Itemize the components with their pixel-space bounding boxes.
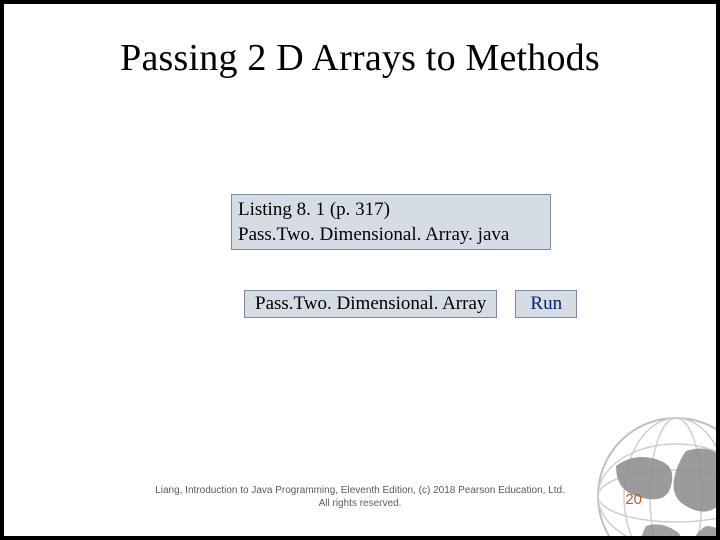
- page-number: 20: [625, 491, 642, 508]
- run-button[interactable]: Run: [515, 290, 577, 318]
- listing-box: Listing 8. 1 (p. 317) Pass.Two. Dimensio…: [231, 194, 551, 250]
- class-name-button[interactable]: Pass.Two. Dimensional. Array: [244, 290, 497, 318]
- slide: Passing 2 D Arrays to Methods Listing 8.…: [4, 4, 716, 536]
- listing-line-1: Listing 8. 1 (p. 317): [238, 197, 544, 222]
- listing-line-2: Pass.Two. Dimensional. Array. java: [238, 222, 544, 247]
- button-row: Pass.Two. Dimensional. Array Run: [244, 290, 577, 318]
- footer-line-2: All rights reserved.: [4, 497, 716, 510]
- slide-title: Passing 2 D Arrays to Methods: [4, 4, 716, 80]
- footer: Liang, Introduction to Java Programming,…: [4, 484, 716, 510]
- globe-graphic: [576, 396, 716, 536]
- footer-line-1: Liang, Introduction to Java Programming,…: [4, 484, 716, 497]
